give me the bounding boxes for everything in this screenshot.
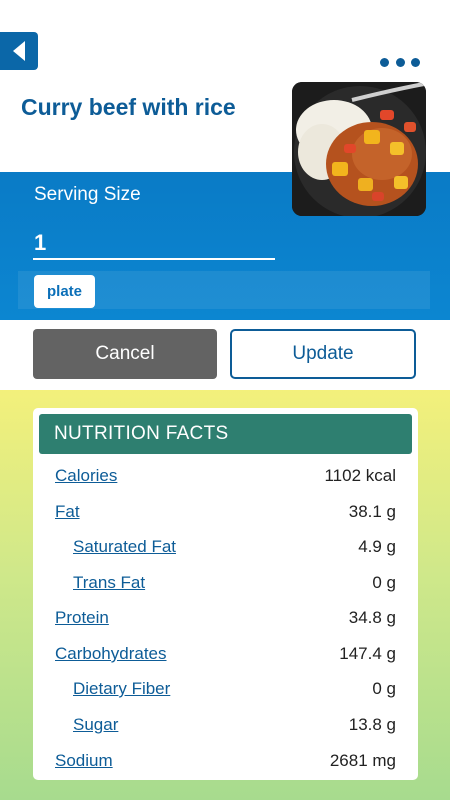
- nutrition-row-protein: Protein 34.8 g: [33, 604, 418, 634]
- nutrient-link-calories[interactable]: Calories: [55, 466, 117, 486]
- food-title: Curry beef with rice: [21, 94, 236, 120]
- update-button[interactable]: Update: [230, 329, 416, 379]
- nutrition-row-sugar: Sugar 13.8 g: [33, 711, 418, 741]
- nutrition-row-fat: Fat 38.1 g: [33, 498, 418, 528]
- nutrition-facts-header: NUTRITION FACTS: [39, 414, 412, 454]
- nutrient-value-calories: 1102 kcal: [324, 466, 396, 485]
- food-photo-image: [292, 82, 426, 216]
- nutrient-link-trans-fat[interactable]: Trans Fat: [73, 573, 145, 593]
- nutrient-value-trans-fat: 0 g: [372, 573, 396, 592]
- action-bar: Cancel Update: [0, 320, 450, 390]
- nutrition-row-carbohydrates: Carbohydrates 147.4 g: [33, 640, 418, 670]
- nutrition-row-trans-fat: Trans Fat 0 g: [33, 569, 418, 599]
- nutrition-facts-card: NUTRITION FACTS Calories 1102 kcal Fat 3…: [33, 408, 418, 780]
- nutrient-value-sugar: 13.8 g: [348, 715, 396, 734]
- nutrition-row-calories: Calories 1102 kcal: [33, 462, 418, 492]
- nutrient-link-saturated-fat[interactable]: Saturated Fat: [73, 537, 176, 557]
- nutrient-value-protein: 34.8 g: [348, 608, 396, 627]
- serving-size-label: Serving Size: [34, 184, 141, 205]
- serving-quantity-input[interactable]: 1: [34, 230, 46, 256]
- nutrition-row-dietary-fiber: Dietary Fiber 0 g: [33, 675, 418, 705]
- more-horizontal-icon: [380, 57, 389, 67]
- nutrient-link-fat[interactable]: Fat: [55, 502, 80, 522]
- unit-chip-plate[interactable]: plate: [34, 275, 95, 308]
- nutrient-link-dietary-fiber[interactable]: Dietary Fiber: [73, 679, 170, 699]
- more-options-button[interactable]: [380, 54, 420, 70]
- nutrient-value-carbohydrates: 147.4 g: [339, 644, 396, 663]
- quantity-underline: [33, 258, 275, 260]
- chevron-left-icon: [13, 41, 25, 61]
- nutrient-value-saturated-fat: 4.9 g: [358, 537, 396, 556]
- nutrient-link-sugar[interactable]: Sugar: [73, 715, 118, 735]
- cancel-button[interactable]: Cancel: [33, 329, 217, 379]
- food-photo: [292, 82, 426, 216]
- nutrient-link-carbohydrates[interactable]: Carbohydrates: [55, 644, 167, 664]
- nutrient-link-sodium[interactable]: Sodium: [55, 751, 113, 771]
- nutrition-row-saturated-fat: Saturated Fat 4.9 g: [33, 533, 418, 563]
- nutrient-value-fat: 38.1 g: [348, 502, 396, 521]
- nutrient-link-protein[interactable]: Protein: [55, 608, 109, 628]
- nutrient-value-dietary-fiber: 0 g: [372, 679, 396, 698]
- nutrition-row-sodium: Sodium 2681 mg: [33, 747, 418, 777]
- nutrient-value-sodium: 2681 mg: [329, 751, 396, 770]
- back-button[interactable]: [0, 32, 38, 70]
